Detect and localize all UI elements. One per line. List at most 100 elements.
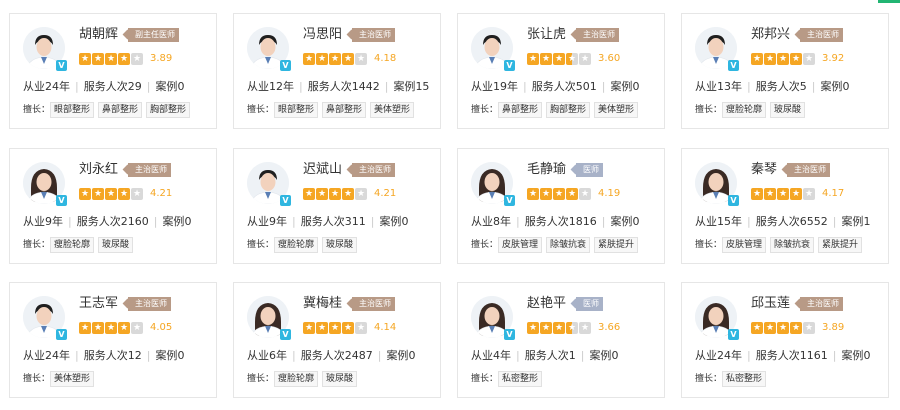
cases-value: 15 bbox=[415, 80, 430, 93]
doctor-name[interactable]: 冯思阳 bbox=[303, 27, 342, 43]
years-unit: 年 bbox=[731, 349, 742, 362]
doctor-title-badge: 主治医师 bbox=[800, 28, 843, 42]
star-icon: ★ bbox=[105, 188, 117, 200]
rating-stars: ★ ★ ★ ★ ★ bbox=[751, 188, 816, 200]
doctor-card[interactable]: V 张让虎 主治医师 ★ ★ ★ ★ ★ 3.60 从业19年 | 服务人次501 | 案例0 擅长： 鼻部整… bbox=[457, 13, 665, 129]
skill-tag[interactable]: 鼻部整形 bbox=[322, 102, 367, 118]
skill-tag[interactable]: 紧肤提升 bbox=[594, 237, 639, 253]
verified-icon: V bbox=[56, 195, 67, 206]
doctor-name[interactable]: 毛静瑜 bbox=[527, 162, 566, 178]
served-label: 服务人次 bbox=[755, 80, 800, 93]
doctor-card[interactable]: V 毛静瑜 医师 ★ ★ ★ ★ ★ 4.19 从业8年 | 服务人次1816 | 案例0 擅长： 皮肤管理除… bbox=[457, 148, 665, 264]
skill-tag[interactable]: 玻尿酸 bbox=[322, 237, 358, 253]
stats-divider: | bbox=[68, 215, 72, 228]
doctor-skills: 擅长： 私密整形 bbox=[471, 371, 546, 387]
stats-divider: | bbox=[292, 349, 296, 362]
star-icon: ★ bbox=[92, 53, 104, 65]
doctor-card[interactable]: V 刘永红 主治医师 ★ ★ ★ ★ ★ 4.21 从业9年 | 服务人次2160 | 案例0 擅长： 瘦脸轮… bbox=[9, 148, 217, 264]
star-icon: ★ bbox=[803, 188, 815, 200]
skill-tag[interactable]: 美体塑形 bbox=[370, 102, 415, 118]
doctor-title-badge: 主治医师 bbox=[787, 163, 830, 177]
years-value: 9 bbox=[45, 215, 52, 228]
doctor-stats: 从业12年 | 服务人次1442 | 案例15 bbox=[247, 80, 429, 94]
cases-label: 案例 bbox=[393, 80, 416, 93]
doctor-card[interactable]: V 郑邦兴 主治医师 ★ ★ ★ ★ ★ 3.92 从业13年 | 服务人次5 | 案例0 擅长： 瘦脸轮廓玻… bbox=[681, 13, 889, 129]
star-icon: ★ bbox=[751, 188, 763, 200]
star-icon: ★ bbox=[316, 53, 328, 65]
stats-divider: | bbox=[153, 215, 158, 228]
star-icon: ★ bbox=[579, 188, 591, 200]
doctor-skills: 擅长： 皮肤管理 除皱抗衰 紧肤提升 bbox=[471, 237, 642, 253]
served-label: 服务人次 bbox=[83, 349, 128, 362]
doctor-name[interactable]: 迟斌山 bbox=[303, 162, 342, 178]
skill-tag[interactable]: 除皱抗衰 bbox=[770, 237, 815, 253]
skill-tag[interactable]: 胸部整形 bbox=[146, 102, 191, 118]
skill-tag[interactable]: 胸部整形 bbox=[546, 102, 591, 118]
served-value: 1816 bbox=[568, 215, 597, 228]
cases-value: 0 bbox=[408, 349, 416, 362]
skill-tag[interactable]: 除皱抗衰 bbox=[546, 237, 591, 253]
skill-tag[interactable]: 玻尿酸 bbox=[98, 237, 134, 253]
doctor-card[interactable]: V 秦琴 主治医师 ★ ★ ★ ★ ★ 4.17 从业15年 | 服务人次6552 | 案例1 擅长： 皮肤管… bbox=[681, 148, 889, 264]
doctor-name[interactable]: 胡朝辉 bbox=[79, 27, 118, 43]
rating-stars: ★ ★ ★ ★ ★ bbox=[79, 322, 144, 334]
doctor-name[interactable]: 秦琴 bbox=[751, 162, 777, 178]
doctor-card[interactable]: V 王志军 主治医师 ★ ★ ★ ★ ★ 4.05 从业24年 | 服务人次12 | 案例0 擅长： 美体塑形 bbox=[9, 282, 217, 398]
doctor-name[interactable]: 刘永红 bbox=[79, 162, 118, 178]
star-icon: ★ bbox=[303, 53, 315, 65]
star-icon: ★ bbox=[118, 322, 130, 334]
rating-stars: ★ ★ ★ ★ ★ bbox=[303, 322, 368, 334]
skill-tag[interactable]: 鼻部整形 bbox=[98, 102, 143, 118]
skill-tag[interactable]: 私密整形 bbox=[722, 371, 767, 387]
doctor-name[interactable]: 冀梅桂 bbox=[303, 296, 342, 312]
skill-tag[interactable]: 瘦脸轮廓 bbox=[50, 237, 95, 253]
served-label: 服务人次 bbox=[300, 215, 345, 228]
skill-tag[interactable]: 鼻部整形 bbox=[498, 102, 543, 118]
skill-tag[interactable]: 瘦脸轮廓 bbox=[274, 371, 319, 387]
skill-tag[interactable]: 眼部整形 bbox=[50, 102, 95, 118]
skill-tag[interactable]: 美体塑形 bbox=[50, 371, 95, 387]
skill-tag[interactable]: 眼部整形 bbox=[274, 102, 319, 118]
skill-tag[interactable]: 玻尿酸 bbox=[322, 371, 358, 387]
skill-tag[interactable]: 紧肤提升 bbox=[818, 237, 863, 253]
cases-label: 案例 bbox=[155, 349, 178, 362]
doctor-name[interactable]: 张让虎 bbox=[527, 27, 566, 43]
doctor-card[interactable]: V 赵艳平 医师 ★ ★ ★ ★ ★ 3.66 从业4年 | 服务人次1 | 案例0 擅长： 私密整形 bbox=[457, 282, 665, 398]
stats-divider: | bbox=[292, 215, 296, 228]
doctor-card[interactable]: V 冯思阳 主治医师 ★ ★ ★ ★ ★ 4.18 从业12年 | 服务人次1442 | 案例15 擅长：眼… bbox=[233, 13, 441, 129]
star-icon: ★ bbox=[316, 322, 328, 334]
doctor-name[interactable]: 郑邦兴 bbox=[751, 27, 790, 43]
rating-stars: ★ ★ ★ ★ ★ bbox=[527, 322, 592, 334]
cases-value: 0 bbox=[177, 349, 185, 362]
doctor-card[interactable]: V 迟斌山 主治医师 ★ ★ ★ ★ ★ 4.21 从业9年 | 服务人次311 | 案例0 擅长： 瘦脸轮廓… bbox=[233, 148, 441, 264]
verified-icon: V bbox=[56, 329, 67, 340]
doctor-name[interactable]: 赵艳平 bbox=[527, 296, 566, 312]
skill-tag[interactable]: 玻尿酸 bbox=[770, 102, 806, 118]
doctor-card[interactable]: V 胡朝辉 副主任医师 ★ ★ ★ ★ ★ 3.89 从业24年 | 服务人次29 | 案例0 擅长： 眼部整… bbox=[9, 13, 217, 129]
doctor-card[interactable]: V 冀梅桂 主治医师 ★ ★ ★ ★ ★ 4.14 从业6年 | 服务人次2487 | 案例0 擅长： 瘦脸轮… bbox=[233, 282, 441, 398]
doctor-stats: 从业24年 | 服务人次12 | 案例0 bbox=[23, 349, 184, 363]
rating-score: 3.60 bbox=[598, 53, 621, 64]
doctor-card[interactable]: V 邱玉莲 主治医师 ★ ★ ★ ★ ★ 3.89 从业24年 | 服务人次1161 | 案例0 擅长： 私密… bbox=[681, 282, 889, 398]
verified-icon: V bbox=[504, 329, 515, 340]
skill-tag[interactable]: 瘦脸轮廓 bbox=[722, 102, 767, 118]
years-value: 6 bbox=[269, 349, 276, 362]
skill-tag[interactable]: 皮肤管理 bbox=[498, 237, 543, 253]
skill-tag[interactable]: 私密整形 bbox=[498, 371, 543, 387]
cases-value: 0 bbox=[401, 215, 409, 228]
skill-tag[interactable]: 瘦脸轮廓 bbox=[274, 237, 319, 253]
star-icon: ★ bbox=[316, 188, 328, 200]
star-icon: ★ bbox=[303, 188, 315, 200]
years-value: 12 bbox=[269, 80, 283, 93]
doctor-name[interactable]: 邱玉莲 bbox=[751, 296, 790, 312]
years-unit: 年 bbox=[731, 215, 742, 228]
doctor-title-badge: 主治医师 bbox=[800, 297, 843, 311]
years-unit: 年 bbox=[59, 80, 70, 93]
skill-tag[interactable]: 美体塑形 bbox=[594, 102, 639, 118]
years-value: 15 bbox=[717, 215, 731, 228]
skill-tag[interactable]: 皮肤管理 bbox=[722, 237, 767, 253]
years-value: 24 bbox=[45, 80, 59, 93]
star-icon: ★ bbox=[342, 53, 354, 65]
doctor-name[interactable]: 王志军 bbox=[79, 296, 118, 312]
doctor-skills: 擅长： 瘦脸轮廓 玻尿酸 bbox=[247, 371, 361, 387]
